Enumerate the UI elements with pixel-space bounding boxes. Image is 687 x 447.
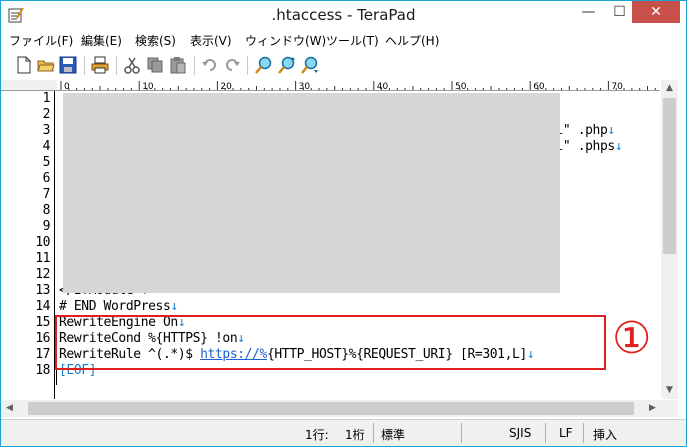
new-file-icon[interactable] [15,56,33,74]
line-number: 17 [35,347,50,362]
status-separator [461,423,462,443]
line-number: 3 [42,123,51,138]
line-number: 13 [35,283,50,298]
status-mode: 標準 [381,428,406,442]
annotation-number: ① [612,313,652,364]
line-number: 16 [35,331,50,346]
scroll-left-arrow-icon[interactable]: ◀ [1,400,18,417]
status-separator [545,423,546,443]
scroll-up-arrow-icon[interactable]: ▲ [661,80,678,97]
undo-icon[interactable] [201,56,219,74]
horizontal-scrollbar[interactable]: ◀ ▶ [1,400,661,417]
status-separator [373,423,374,443]
status-line-ending[interactable]: LF [559,426,573,440]
minimize-button[interactable]: — [574,1,603,23]
status-separator [583,423,584,443]
ruler-label: 60 [533,82,545,91]
find-next-icon[interactable] [278,56,296,74]
menu-search[interactable]: 検索(S) [135,32,176,49]
toolbar-separator [116,56,117,75]
status-column: 1桁 [345,428,365,442]
open-folder-icon[interactable] [37,56,55,74]
ruler-label: 10 [142,82,154,91]
menu-view[interactable]: 表示(V) [190,32,232,49]
redacted-region [63,93,560,293]
toolbar [1,51,686,79]
horizontal-scroll-thumb[interactable] [28,402,634,415]
save-icon[interactable] [59,56,77,74]
find-icon[interactable] [255,56,273,74]
line-number: 7 [42,187,51,202]
ruler-label: 30 [299,82,311,91]
vertical-scrollbar[interactable]: ▲ ▼ [661,80,678,399]
line-number: 6 [42,171,51,186]
ruler-corner [1,80,57,91]
menu-help[interactable]: ヘルプ(H) [385,32,439,49]
menu-tools[interactable]: ツール(T) [326,32,379,49]
highlight-box [55,315,606,370]
cut-icon[interactable] [123,56,141,74]
line-number: 18 [35,363,50,378]
text-cursor [56,369,57,385]
maximize-button[interactable]: ☐ [605,1,634,23]
toolbar-separator [194,56,195,75]
menu-bar: ファイル(F) 編集(E) 検索(S) 表示(V) ウィンドウ(W) ツール(T… [1,29,686,49]
ruler-label: 50 [455,82,467,91]
paste-icon[interactable] [169,56,187,74]
status-bar: 1行: 1桁 標準 SJIS LF 挿入 [1,419,686,446]
line-number: 2 [42,107,51,122]
line-number: 14 [35,299,50,314]
status-insert-mode: 挿入 [593,428,618,442]
vertical-scroll-thumb[interactable] [663,98,676,254]
ruler-label: 40 [377,82,389,91]
menu-edit[interactable]: 編集(E) [81,32,122,49]
find-previous-icon[interactable] [301,56,319,74]
redo-icon[interactable] [223,56,241,74]
toolbar-separator [247,56,248,75]
status-row: 1行: [305,428,329,442]
print-icon[interactable] [91,56,109,74]
ruler-label: 20 [220,82,232,91]
ruler-label: 0 [64,82,70,91]
line-number-gutter: 1 2 3 4 5 6 7 8 9 10 11 12 13 14 15 16 17 18 [1,91,55,399]
column-ruler: 0 10 20 30 40 50 60 70 [57,80,660,91]
ruler-label: 70 [611,82,623,91]
scroll-right-arrow-icon[interactable]: ▶ [644,400,661,417]
line-number: 10 [35,235,50,250]
menu-file[interactable]: ファイル(F) [9,32,73,49]
line-number: 1 [42,91,51,106]
line-number: 12 [35,267,50,282]
terapad-window: .htaccess - TeraPad — ☐ ✕ ファイル(F) 編集(E) … [0,0,687,447]
menu-window[interactable]: ウィンドウ(W) [245,32,326,49]
status-encoding[interactable]: SJIS [509,426,531,440]
copy-icon[interactable] [146,56,164,74]
line-number: 9 [42,219,51,234]
close-button[interactable]: ✕ [632,1,680,23]
line-number: 11 [35,251,50,266]
scrollbar-corner [661,400,678,417]
scroll-down-arrow-icon[interactable]: ▼ [661,382,678,399]
line-number: 4 [42,139,51,154]
toolbar-separator [84,56,85,75]
line-number: 15 [35,315,50,330]
title-bar: .htaccess - TeraPad — ☐ ✕ [1,1,686,29]
line-number: 5 [42,155,51,170]
line-number: 8 [42,203,51,218]
code-line-14: # END WordPress↓ [59,299,178,314]
